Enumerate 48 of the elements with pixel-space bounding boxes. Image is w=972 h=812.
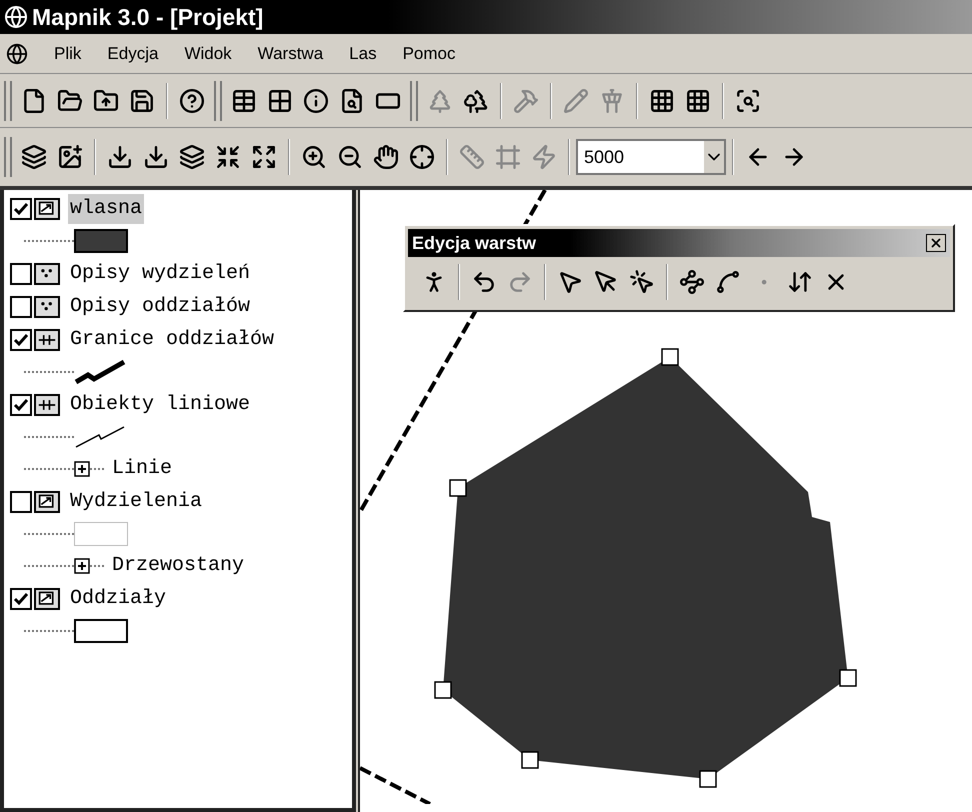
layer-name[interactable]: Linie — [112, 454, 172, 484]
checkbox[interactable] — [10, 490, 32, 512]
app-icon — [4, 5, 28, 29]
scale-value: 5000 — [584, 146, 624, 168]
expand-icon[interactable] — [74, 558, 90, 574]
points-layer-icon — [34, 296, 60, 318]
polygon-layer-icon — [34, 198, 60, 220]
polygon-layer-icon — [34, 588, 60, 610]
layer-name[interactable]: Wydzielenia — [68, 486, 204, 516]
scale-combo[interactable]: 5000 — [576, 139, 726, 175]
checkbox[interactable] — [10, 198, 32, 220]
legend-swatch — [74, 522, 128, 546]
layer-name[interactable]: Opisy wydzieleń — [68, 258, 252, 288]
toolbar-grip[interactable] — [4, 137, 12, 177]
dropdown-icon — [704, 141, 724, 173]
menu-item[interactable]: Plik — [54, 40, 82, 66]
expand-icon[interactable] — [74, 461, 90, 477]
legend-swatch — [74, 229, 128, 253]
line-layer-icon — [34, 328, 60, 350]
toolbar-title: Edycja warstw — [412, 232, 536, 255]
window-title: Mapnik 3.0 - [Projekt] — [32, 2, 264, 32]
line-symbol — [74, 359, 128, 385]
menu-item[interactable]: Pomoc — [402, 40, 456, 66]
layer-name[interactable]: Oddziały — [68, 584, 168, 614]
points-layer-icon — [34, 262, 60, 284]
close-button[interactable] — [926, 234, 946, 252]
checkbox[interactable] — [10, 394, 32, 416]
menu-item[interactable]: Edycja — [107, 40, 158, 66]
checkbox[interactable] — [10, 262, 32, 284]
app-icon — [6, 42, 28, 64]
layer-name[interactable]: Granice oddziałów — [68, 324, 276, 354]
menu-item[interactable]: Widok — [184, 40, 232, 66]
layer-name[interactable]: Obiekty liniowe — [68, 390, 252, 420]
checkbox[interactable] — [10, 588, 32, 610]
menu-item[interactable]: Warstwa — [258, 40, 324, 66]
close-icon — [929, 236, 943, 250]
toolbar-grip[interactable] — [214, 80, 222, 120]
line-layer-icon — [34, 394, 60, 416]
checkbox[interactable] — [10, 296, 32, 318]
menu-item[interactable]: Las — [349, 40, 377, 66]
layer-name[interactable]: wlasna — [68, 194, 144, 224]
layer-name[interactable]: Opisy oddziałów — [68, 292, 252, 322]
toolbar-grip[interactable] — [4, 80, 12, 120]
polygon-layer-icon — [34, 490, 60, 512]
checkbox[interactable] — [10, 328, 32, 350]
legend-swatch — [74, 619, 128, 643]
layer-name[interactable]: Drzewostany — [112, 551, 244, 581]
toolbar-grip[interactable] — [410, 80, 418, 120]
